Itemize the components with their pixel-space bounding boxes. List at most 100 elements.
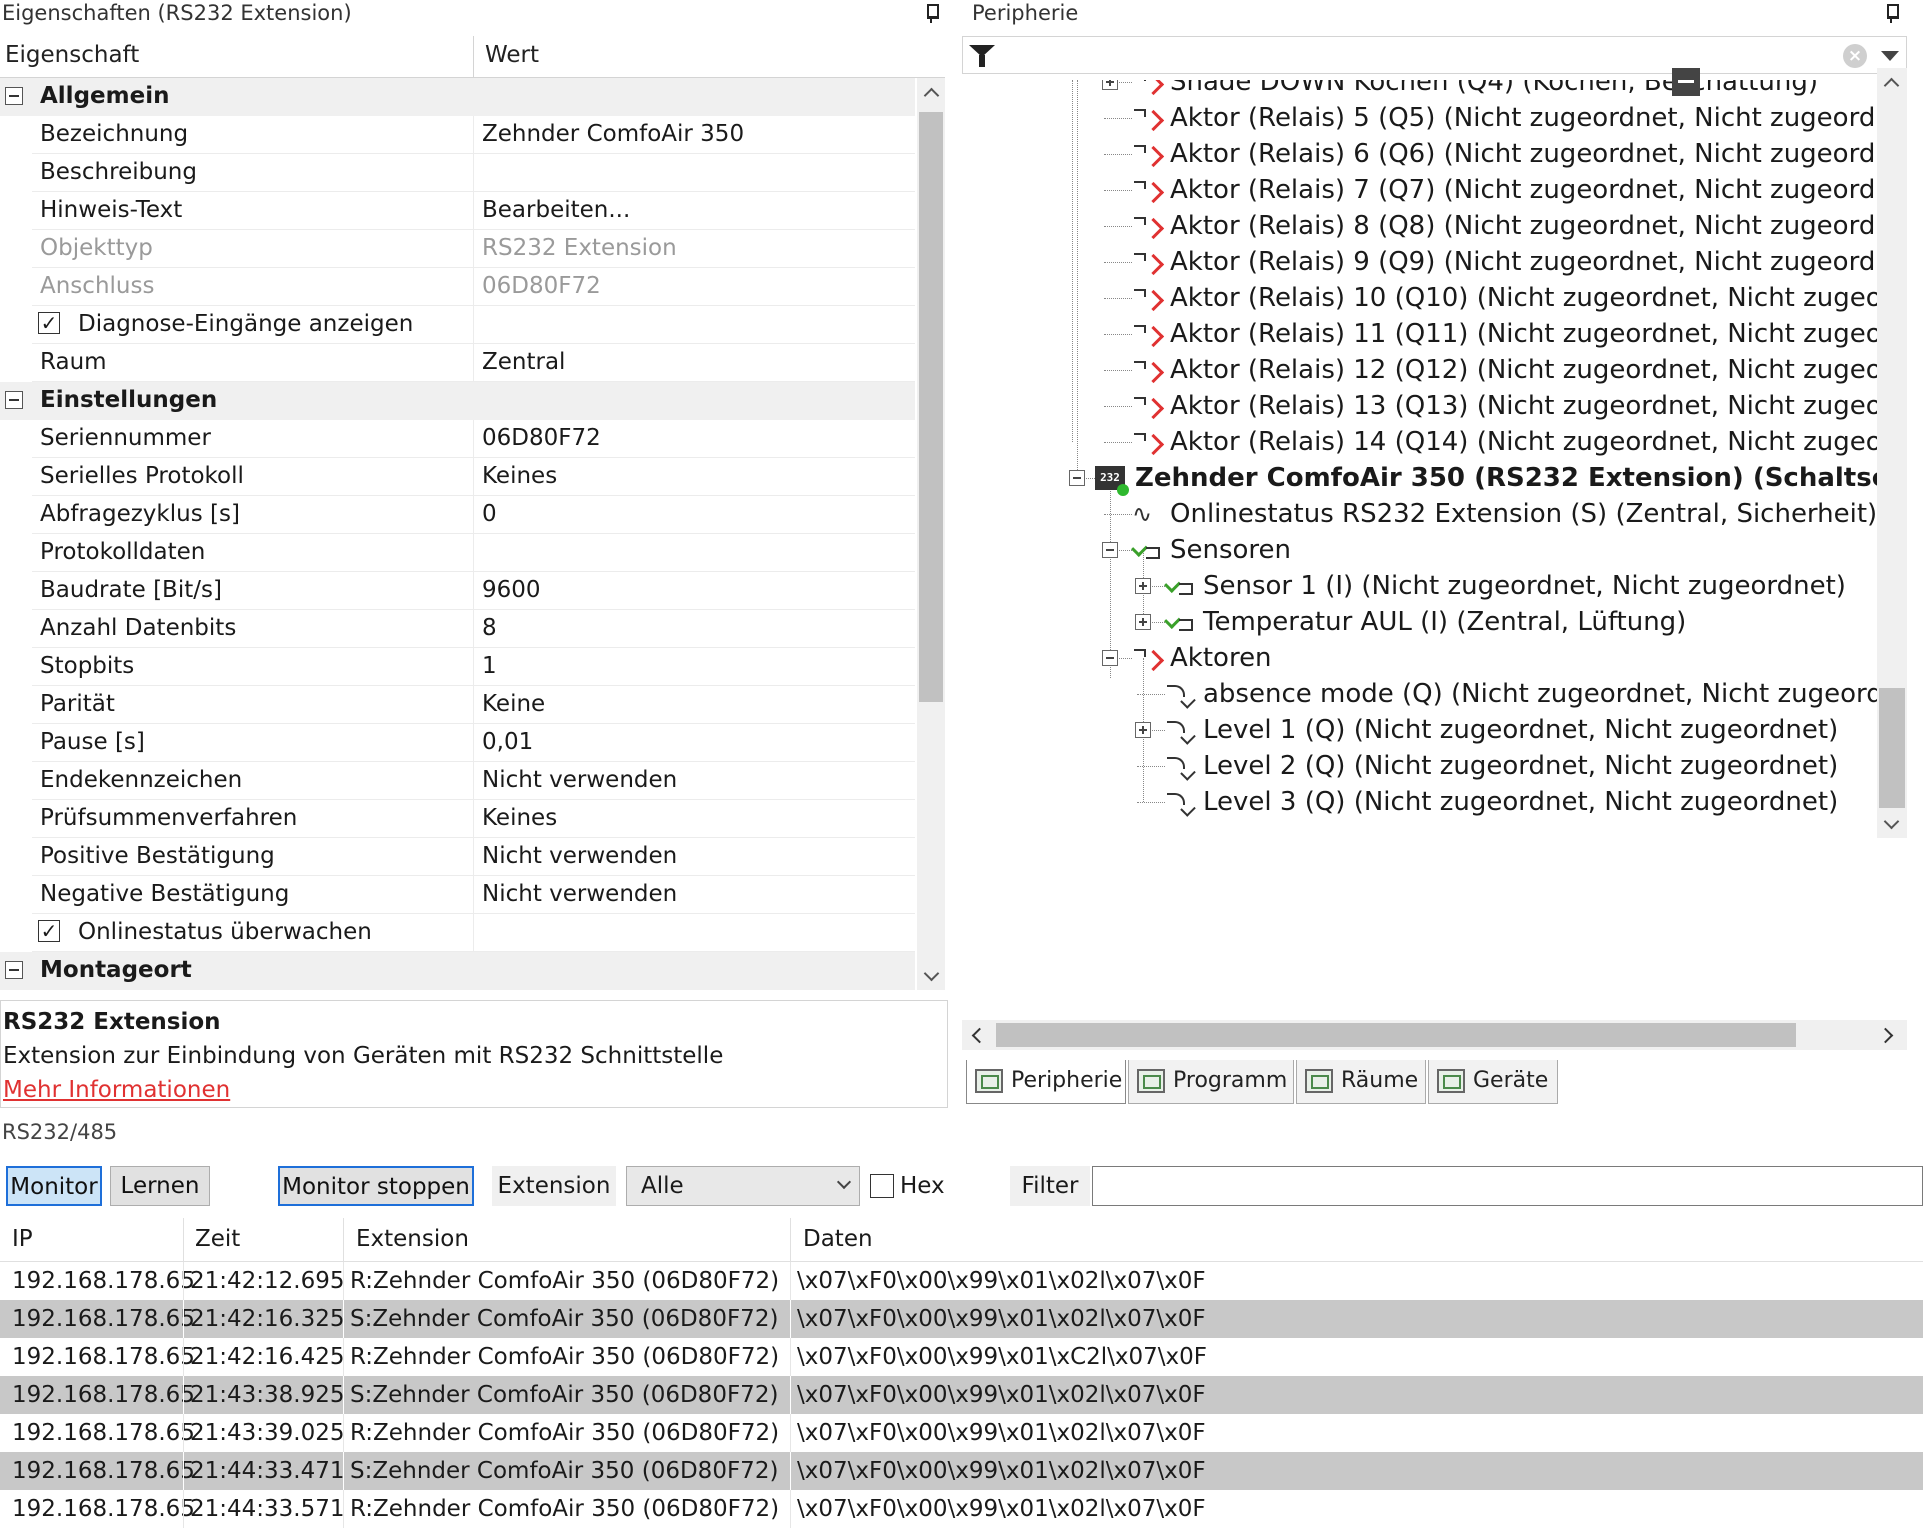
tree-horizontal-scrollbar[interactable]	[962, 1020, 1907, 1050]
collapse-icon[interactable]	[5, 391, 23, 409]
property-row[interactable]: Beschreibung	[0, 154, 915, 192]
table-row[interactable]: 192.168.178.65 21:44:33.471 S:Zehnder Comf…	[0, 1452, 1923, 1490]
table-row[interactable]: 192.168.178.65 21:43:39.025 R:Zehnder Comf…	[0, 1414, 1923, 1452]
table-row[interactable]: 192.168.178.65 21:42:12.695 R:Zehnder Comf…	[0, 1262, 1923, 1300]
property-category[interactable]: Einstellungen	[0, 382, 915, 420]
tab-peripherie[interactable]: Peripherie	[966, 1060, 1126, 1104]
property-row[interactable]: Objekttyp RS232 Extension	[0, 230, 915, 268]
column-divider[interactable]	[343, 1218, 344, 1262]
tree-node[interactable]: Aktor (Relais) 7 (Q7) (Nicht zugeordnet,…	[1102, 170, 1877, 210]
tree-node[interactable]: ∿ Onlinestatus RS232 Extension (S) (Zentr…	[1102, 494, 1877, 534]
property-value[interactable]: Bearbeiten...	[482, 197, 630, 223]
tree-node[interactable]: Aktor (Relais) 11 (Q11) (Nicht zugeordne…	[1102, 314, 1877, 354]
tree-node[interactable]: Aktor (Relais) 5 (Q5) (Nicht zugeordnet,…	[1102, 98, 1877, 138]
expand-icon[interactable]	[1102, 80, 1118, 90]
property-value[interactable]: Nicht verwenden	[482, 881, 677, 907]
tree-node[interactable]: Aktor (Relais) 9 (Q9) (Nicht zugeordnet,…	[1102, 242, 1877, 282]
column-header-property[interactable]: Eigenschaft	[5, 42, 139, 68]
property-row[interactable]: Raum Zentral	[0, 344, 915, 382]
property-category[interactable]: Allgemein	[0, 78, 915, 116]
property-row[interactable]: Anzahl Datenbits 8	[0, 610, 915, 648]
property-value[interactable]: 1	[482, 653, 497, 679]
property-row[interactable]: Positive Bestätigung Nicht verwenden	[0, 838, 915, 876]
tab-geraete[interactable]: Geräte	[1428, 1060, 1558, 1104]
column-header-ip[interactable]: IP	[12, 1226, 33, 1252]
tree-node[interactable]: Level 2 (Q) (Nicht zugeordnet, Nicht zug…	[1135, 746, 1877, 786]
table-row[interactable]: 192.168.178.65 21:43:38.925 S:Zehnder Comf…	[0, 1376, 1923, 1414]
collapse-icon[interactable]	[1069, 470, 1085, 486]
tree-vertical-scrollbar[interactable]	[1877, 68, 1907, 838]
tree-node[interactable]: Sensor 1 (I) (Nicht zugeordnet, Nicht zu…	[1135, 566, 1877, 606]
scroll-down-icon[interactable]	[923, 968, 939, 984]
monitor-filter-input[interactable]	[1092, 1166, 1923, 1206]
property-value[interactable]: Zehnder ComfoAir 350	[482, 121, 744, 147]
property-row[interactable]: Stopbits 1	[0, 648, 915, 686]
pin-icon[interactable]	[922, 2, 940, 24]
tree-node[interactable]: Temperatur AUL (I) (Zentral, Lüftung)	[1135, 602, 1877, 642]
property-value[interactable]: Keines	[482, 463, 557, 489]
property-value[interactable]: Zentral	[482, 349, 565, 375]
scrollbar-thumb[interactable]	[996, 1023, 1796, 1047]
property-value[interactable]: 8	[482, 615, 497, 641]
property-value[interactable]: 0,01	[482, 729, 533, 755]
column-header-extension[interactable]: Extension	[356, 1226, 469, 1252]
expand-icon[interactable]	[1135, 614, 1151, 630]
monitor-button[interactable]: Monitor	[6, 1166, 102, 1206]
extension-select[interactable]: Alle	[626, 1166, 860, 1206]
property-row[interactable]: Negative Bestätigung Nicht verwenden	[0, 876, 915, 914]
table-row[interactable]: 192.168.178.65 21:42:16.325 S:Zehnder Comf…	[0, 1300, 1923, 1338]
scrollbar-thumb[interactable]	[1879, 688, 1905, 808]
collapse-icon[interactable]	[5, 961, 23, 979]
expand-icon[interactable]	[1135, 722, 1151, 738]
property-value[interactable]: 06D80F72	[482, 425, 601, 451]
tab-raeume[interactable]: Räume	[1296, 1060, 1426, 1104]
filter-dropdown-icon[interactable]	[1881, 51, 1899, 61]
column-header-time[interactable]: Zeit	[195, 1226, 240, 1252]
property-row[interactable]: Protokolldaten	[0, 534, 915, 572]
pin-icon[interactable]	[1882, 2, 1900, 24]
property-checkbox[interactable]: ✓	[38, 312, 60, 334]
tree-node[interactable]: Aktor (Relais) 12 (Q12) (Nicht zugeordne…	[1102, 350, 1877, 390]
property-grid-scrollbar[interactable]	[917, 78, 945, 990]
property-value[interactable]: Keine	[482, 691, 545, 717]
scroll-down-icon[interactable]	[1883, 816, 1899, 832]
column-header-data[interactable]: Daten	[803, 1226, 873, 1252]
property-category[interactable]: Montageort	[0, 952, 915, 990]
column-divider[interactable]	[473, 36, 474, 78]
property-row[interactable]: Parität Keine	[0, 686, 915, 724]
column-header-value[interactable]: Wert	[485, 42, 539, 68]
collapse-icon[interactable]	[1102, 650, 1118, 666]
hex-checkbox[interactable]	[870, 1174, 894, 1198]
property-row[interactable]: Serielles Protokoll Keines	[0, 458, 915, 496]
property-value[interactable]: 0	[482, 501, 497, 527]
column-divider[interactable]	[183, 1218, 184, 1262]
more-info-link[interactable]: Mehr Informationen	[3, 1077, 230, 1103]
scroll-up-icon[interactable]	[1883, 74, 1899, 90]
tree-node[interactable]: absence mode (Q) (Nicht zugeordnet, Nich…	[1135, 674, 1877, 714]
property-row[interactable]: Anschluss 06D80F72	[0, 268, 915, 306]
property-row[interactable]: Seriennummer 06D80F72	[0, 420, 915, 458]
property-row[interactable]: Baudrate [Bit/s] 9600	[0, 572, 915, 610]
property-row[interactable]: Hinweis-Text Bearbeiten...	[0, 192, 915, 230]
collapse-all-icon[interactable]	[1672, 68, 1700, 96]
property-row[interactable]: Pause [s] 0,01	[0, 724, 915, 762]
property-row[interactable]: Bezeichnung Zehnder ComfoAir 350	[0, 116, 915, 154]
table-row[interactable]: 192.168.178.65 21:42:16.425 R:Zehnder Comf…	[0, 1338, 1923, 1376]
property-row[interactable]: Prüfsummenverfahren Keines	[0, 800, 915, 838]
property-checkbox[interactable]: ✓	[38, 920, 60, 942]
property-row[interactable]: ✓ Diagnose-Eingänge anzeigen	[0, 306, 915, 344]
scroll-left-icon[interactable]	[970, 1028, 984, 1042]
tab-programm[interactable]: Programm	[1128, 1060, 1294, 1104]
tree-node[interactable]: Aktoren	[1102, 638, 1877, 678]
tree-node[interactable]: Level 1 (Q) (Nicht zugeordnet, Nicht zug…	[1135, 710, 1877, 750]
property-value[interactable]: Nicht verwenden	[482, 843, 677, 869]
collapse-icon[interactable]	[5, 87, 23, 105]
property-value[interactable]: Keines	[482, 805, 557, 831]
property-row[interactable]: ✓ Onlinestatus überwachen	[0, 914, 915, 952]
expand-icon[interactable]	[1135, 578, 1151, 594]
clear-filter-icon[interactable]: ×	[1843, 44, 1867, 68]
scrollbar-thumb[interactable]	[919, 112, 943, 702]
property-value[interactable]: 9600	[482, 577, 541, 603]
stop-monitor-button[interactable]: Monitor stoppen	[278, 1166, 474, 1206]
tree-node[interactable]: 232 Zehnder ComfoAir 350 (RS232 Extension…	[1069, 458, 1877, 498]
